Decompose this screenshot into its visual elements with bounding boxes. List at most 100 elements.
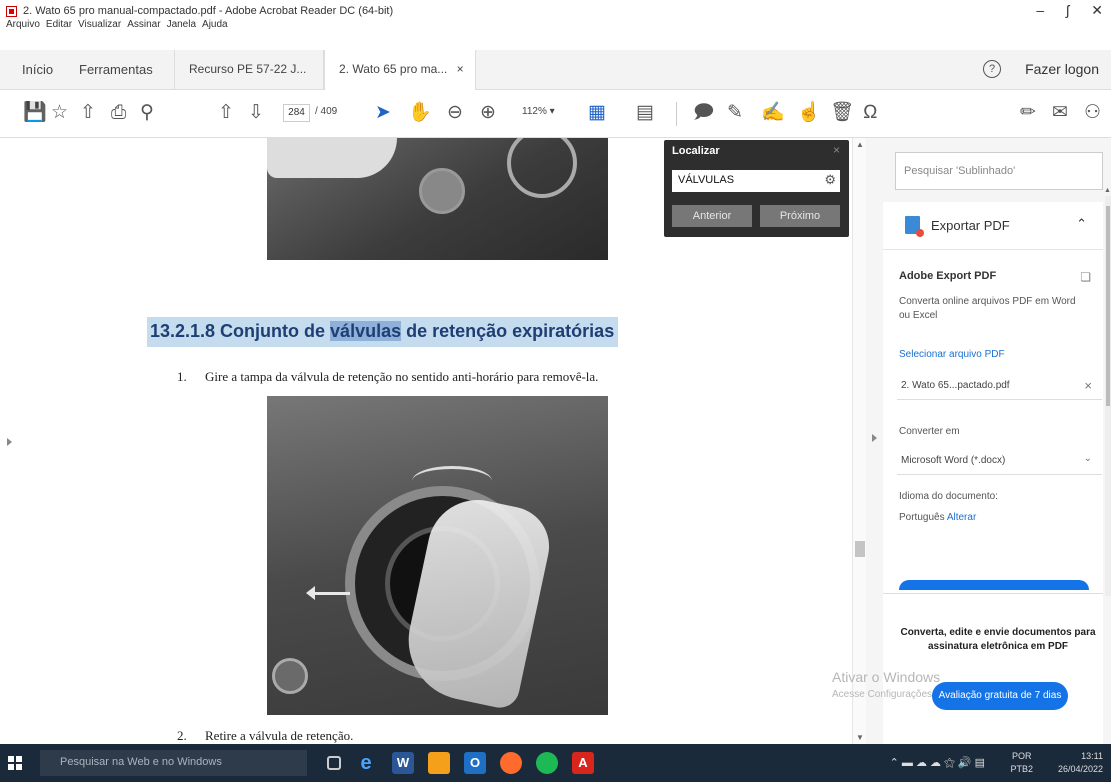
menu-ajuda[interactable]: Ajuda (202, 19, 228, 35)
sign-icon[interactable]: ✍ (761, 102, 785, 124)
toolbar-separator (676, 102, 677, 126)
language-value: Português (899, 512, 945, 523)
format-select[interactable]: Microsoft Word (*.docx) ⌄ (897, 447, 1102, 475)
login-button[interactable]: Fazer logon (1025, 61, 1099, 77)
delete-icon[interactable]: 🗑 (830, 102, 854, 124)
copy-icon[interactable]: ❏ (1080, 270, 1091, 284)
right-tools-pane: Pesquisar 'Sublinhado' Exportar PDF ⌃ Ad… (866, 138, 1111, 747)
scroll-down-icon[interactable]: ▼ (856, 733, 864, 742)
zoom-out-icon[interactable]: ⊖ (447, 102, 463, 124)
menu-visualizar[interactable]: Visualizar (78, 19, 121, 35)
tab-close-icon[interactable]: × (457, 62, 464, 76)
find-next-button[interactable]: Próximo (760, 205, 840, 227)
close-window-button[interactable]: ✕ (1091, 2, 1103, 19)
export-pdf-panel: Exportar PDF ⌃ Adobe Export PDF ❏ Conver… (883, 202, 1103, 747)
export-pdf-icon (905, 216, 924, 237)
comment-icon[interactable]: 🗩 (693, 102, 714, 124)
next-page-icon[interactable]: ⇩ (248, 102, 264, 124)
tray-icons[interactable]: ⌃ ▬ ☁ ☁ ⚝ 🔊 ▤ (890, 756, 985, 770)
pane-collapse-icon[interactable] (872, 434, 877, 442)
remove-file-icon[interactable]: × (1084, 378, 1092, 393)
section-heading: 13.2.1.8 Conjunto de válvulas de retençã… (147, 317, 619, 347)
taskbar-clock[interactable]: 13:11 26/04/2022 (1058, 750, 1103, 776)
file-explorer-icon[interactable] (428, 752, 450, 774)
pane-scrollbar[interactable]: ▲ (1104, 187, 1111, 596)
account-icon[interactable]: ⚇ (1084, 102, 1101, 124)
gear-icon[interactable]: ⚙ (824, 172, 836, 188)
pane-scroll-up-icon[interactable]: ▲ (1104, 187, 1111, 194)
menu-editar[interactable]: Editar (46, 19, 72, 35)
tab-home[interactable]: Início (22, 62, 53, 77)
stamp-icon[interactable]: ☝ (797, 102, 821, 124)
upload-cloud-icon[interactable]: ⇧ (80, 102, 96, 124)
tab-document-wato[interactable]: 2. Wato 65 pro ma... × (324, 50, 476, 91)
firefox-icon[interactable] (500, 752, 522, 774)
find-query: VÁLVULAS (678, 174, 735, 186)
zoom-search-icon[interactable]: ⚲ (140, 102, 154, 124)
select-file-link[interactable]: Selecionar arquivo PDF (899, 349, 1005, 360)
fit-page-icon[interactable]: ▦ (588, 102, 606, 124)
email-icon[interactable]: ✉ (1052, 102, 1068, 124)
audio-icon[interactable]: Ω (863, 102, 878, 124)
minimize-button[interactable]: – (1036, 2, 1044, 19)
maximize-button[interactable]: ʃ (1066, 2, 1069, 19)
zoom-in-icon[interactable]: ⊕ (480, 102, 496, 124)
free-trial-button[interactable]: Avaliação gratuita de 7 dias (932, 682, 1068, 710)
previous-page-icon[interactable]: ⇧ (218, 102, 234, 124)
selected-file-field[interactable]: 2. Wato 65...pactado.pdf × (897, 372, 1102, 400)
acrobat-taskbar-icon[interactable]: A (572, 752, 594, 774)
scroll-thumb[interactable] (855, 541, 865, 557)
left-panel-toggle-icon[interactable] (7, 438, 12, 446)
fill-sign-icon[interactable]: ✏ (1020, 102, 1036, 124)
search-underline-input[interactable]: Pesquisar 'Sublinhado' (895, 152, 1103, 190)
export-pdf-header[interactable]: Exportar PDF ⌃ (883, 202, 1103, 250)
bookmark-star-icon[interactable]: ☆ (51, 102, 68, 124)
menu-assinar[interactable]: Assinar (127, 19, 160, 35)
document-image-top (267, 138, 608, 260)
chevron-down-icon: ⌄ (1083, 453, 1092, 464)
find-close-icon[interactable]: × (833, 143, 840, 157)
tab-document-recurso[interactable]: Recurso PE 57-22 J... (174, 50, 324, 90)
hand-tool-icon[interactable]: ✋ (408, 102, 432, 124)
tab-tools[interactable]: Ferramentas (79, 62, 153, 77)
lang-bottom: PTB2 (1010, 764, 1033, 774)
spotify-icon[interactable] (536, 752, 558, 774)
tab-document-recurso-label: Recurso PE 57-22 J... (189, 62, 307, 76)
search-highlight: válvulas (330, 321, 402, 341)
taskbar-search-placeholder: Pesquisar na Web e no Windows (60, 756, 222, 768)
clock-time: 13:11 (1081, 751, 1103, 761)
tab-document-wato-label: 2. Wato 65 pro ma... (339, 62, 448, 76)
task-view-icon[interactable] (327, 756, 341, 770)
menu-arquivo[interactable]: Arquivo (6, 19, 40, 35)
help-icon[interactable]: ? (983, 60, 1001, 78)
menu-janela[interactable]: Janela (167, 19, 196, 35)
document-scrollbar[interactable]: ▲ ▼ (852, 138, 866, 744)
edge-browser-icon[interactable]: e (355, 752, 377, 774)
change-language-link[interactable]: Alterar (947, 512, 976, 523)
word-icon[interactable]: W (392, 752, 414, 774)
outlook-icon[interactable]: O (464, 752, 486, 774)
select-cursor-icon[interactable]: ➤ (375, 102, 391, 124)
convert-button[interactable] (899, 580, 1089, 590)
window-title: 2. Wato 65 pro manual-compactado.pdf - A… (23, 5, 394, 17)
export-description: Converta online arquivos PDF em Word ou … (899, 296, 1076, 321)
document-image-valve (267, 396, 608, 715)
print-icon[interactable]: ⎙ (111, 102, 126, 124)
save-icon[interactable]: 💾 (23, 102, 47, 124)
scroll-up-icon[interactable]: ▲ (856, 140, 864, 149)
window-controls: – ʃ ✕ (1036, 2, 1103, 19)
taskbar-search-input[interactable]: Pesquisar na Web e no Windows (40, 750, 307, 776)
scroll-mode-icon[interactable]: ▤ (636, 102, 654, 124)
input-language-indicator[interactable]: POR PTB2 (1010, 750, 1033, 776)
find-previous-button[interactable]: Anterior (672, 205, 752, 227)
chevron-up-icon[interactable]: ⌃ (1076, 216, 1087, 232)
search-placeholder: Pesquisar 'Sublinhado' (904, 165, 1016, 177)
zoom-dropdown[interactable]: 112% ▾ (522, 106, 555, 117)
find-input[interactable]: VÁLVULAS ⚙ (672, 170, 840, 192)
windows-start-icon[interactable] (8, 756, 22, 770)
document-language-label: Idioma do documento: (899, 491, 998, 502)
tab-bar: Início Ferramentas Recurso PE 57-22 J...… (0, 50, 1111, 91)
highlight-pen-icon[interactable]: ✎ (727, 102, 743, 124)
page-number-input[interactable]: 284 (283, 104, 310, 122)
pane-scroll-thumb[interactable] (1106, 206, 1110, 406)
